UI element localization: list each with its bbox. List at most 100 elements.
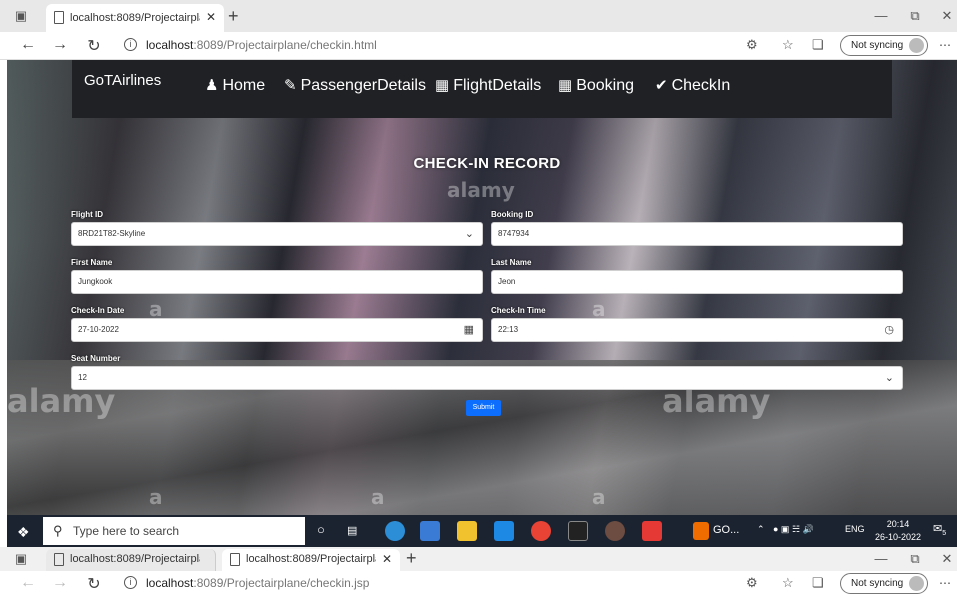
back-button[interactable]: ← (18, 36, 38, 54)
clock[interactable]: 20:14 26-10-2022 (875, 518, 921, 544)
sync-button[interactable]: Not syncing (840, 573, 928, 594)
tab-strip-2: ▣ localhost:8089/Projectairplane/c local… (0, 547, 957, 571)
taskbar-search-input[interactable]: ⚲ Type here to search (43, 517, 305, 545)
url-field[interactable]: localhost:8089/Projectairplane/checkin.j… (146, 576, 369, 590)
back-button[interactable]: ← (18, 574, 38, 592)
windows-start-icon[interactable]: ❖ (17, 524, 30, 541)
avatar (909, 576, 924, 591)
flight-id-label: Flight ID (71, 210, 103, 219)
checkin-date-field[interactable]: 27-10-2022 ▦ (71, 318, 483, 342)
favorites-icon[interactable]: ☆ (782, 575, 794, 591)
check-circle-icon: ✔ (655, 77, 668, 94)
nav-booking[interactable]: ▦ Booking (558, 76, 634, 95)
nav-flight-details[interactable]: ▦ FlightDetails (435, 76, 541, 95)
terminal-icon[interactable] (568, 521, 588, 541)
taskbar-app-label[interactable]: GO... (713, 524, 739, 536)
refresh-button[interactable]: ↻ (84, 36, 104, 56)
submit-button[interactable]: Submit (466, 400, 501, 416)
taskbar: ❖ ⚲ Type here to search ○ ▤ GO... ⌃ ● ▣ … (7, 515, 957, 547)
page-title: CHECK-IN RECORD (413, 155, 561, 172)
notification-icon[interactable]: ✉5 (933, 522, 949, 538)
tab-title: localhost:8089/Projectairplane/c (70, 12, 200, 24)
favorites-icon[interactable]: ☆ (782, 37, 794, 53)
forward-button[interactable]: → (50, 36, 70, 54)
booking-id-field[interactable]: 8747934 (491, 222, 903, 246)
page-icon (54, 11, 64, 24)
url-field[interactable]: localhost:8089/Projectairplane/checkin.h… (146, 38, 377, 52)
restore-icon[interactable]: ⧉ (906, 551, 924, 567)
watermark-letter: a (592, 485, 606, 509)
refresh-button[interactable]: ↻ (84, 574, 104, 594)
browser-tab-active[interactable]: localhost:8089/Projectairplane/c ✕ (222, 549, 400, 571)
browser-tab-inactive[interactable]: localhost:8089/Projectairplane/c (46, 549, 216, 571)
task-view-icon[interactable]: ▤ (347, 524, 357, 537)
tray-icons[interactable]: ● ▣ ☵ 🔊 (773, 524, 814, 535)
office-icon[interactable] (642, 521, 662, 541)
minimize-icon[interactable]: — (872, 551, 890, 567)
close-tab-icon[interactable]: ✕ (382, 552, 392, 566)
new-tab-button[interactable]: + (406, 548, 417, 569)
checkin-date-label: Check-In Date (71, 306, 125, 315)
last-name-field[interactable]: Jeon (491, 270, 903, 294)
nav-home[interactable]: ♟ Home (205, 76, 265, 95)
site-info-icon[interactable]: i (124, 38, 137, 51)
nav-checkin[interactable]: ✔ CheckIn (655, 76, 730, 95)
collections-icon[interactable]: ❏ (812, 575, 824, 591)
close-tab-icon[interactable]: ✕ (206, 10, 216, 24)
booking-id-label: Booking ID (491, 210, 534, 219)
forward-button[interactable]: → (50, 574, 70, 592)
edge-icon[interactable] (385, 521, 405, 541)
app-icon[interactable] (693, 522, 709, 540)
read-aloud-icon[interactable]: ⚙ (746, 37, 758, 53)
eclipse-icon[interactable] (605, 521, 625, 541)
watermark-letter: a (371, 485, 385, 509)
close-window-icon[interactable]: ✕ (938, 8, 956, 24)
chrome-icon[interactable] (531, 521, 551, 541)
first-name-field[interactable]: Jungkook (71, 270, 483, 294)
watermark-letter: a (149, 485, 163, 509)
seat-number-label: Seat Number (71, 354, 121, 363)
minimize-icon[interactable]: — (872, 8, 890, 24)
user-icon: ♟ (205, 77, 219, 94)
collections-icon[interactable]: ❏ (812, 37, 824, 53)
seat-number-select[interactable]: 12 ⌄ (71, 366, 903, 390)
site-navbar: GoTAirlines ♟ Home ✎ PassengerDetails ▦ Fli… (72, 60, 892, 118)
site-info-icon[interactable]: i (124, 576, 137, 589)
close-window-icon[interactable]: ✕ (938, 551, 956, 567)
chevron-down-icon: ⌄ (884, 372, 894, 384)
address-bar: ← → ↻ i localhost:8089/Projectairplane/c… (0, 32, 957, 60)
address-bar-2: ← → ↻ i localhost:8089/Projectairplane/c… (0, 571, 957, 597)
page-icon (54, 553, 64, 566)
restore-icon[interactable]: ⧉ (906, 8, 924, 24)
browser-tab[interactable]: localhost:8089/Projectairplane/c ✕ (46, 4, 224, 32)
store-icon[interactable] (420, 521, 440, 541)
edit-icon: ✎ (284, 77, 297, 94)
brand-logo[interactable]: GoTAirlines (84, 72, 161, 89)
search-icon: ⚲ (53, 523, 63, 538)
tab-actions-icon[interactable]: ▣ (12, 551, 30, 567)
more-menu-icon[interactable]: ⋯ (939, 38, 951, 52)
checkin-time-field[interactable]: 22:13 ◷ (491, 318, 903, 342)
chevron-down-icon: ⌄ (464, 228, 474, 240)
calendar-icon[interactable]: ▦ (464, 319, 474, 341)
cortana-icon[interactable]: ○ (317, 522, 325, 537)
new-tab-button[interactable]: + (228, 6, 239, 27)
outlook-icon[interactable] (494, 521, 514, 541)
nav-passenger-details[interactable]: ✎ PassengerDetails (284, 76, 426, 95)
flight-id-select[interactable]: 8RD21T82-Skyline ⌄ (71, 222, 483, 246)
calendar-icon: ▦ (435, 77, 450, 94)
calendar-icon: ▦ (558, 77, 573, 94)
clock-icon[interactable]: ◷ (884, 319, 894, 341)
avatar (909, 38, 924, 53)
read-aloud-icon[interactable]: ⚙ (746, 575, 758, 591)
language-indicator[interactable]: ENG (845, 524, 865, 534)
watermark: alamy (447, 178, 515, 202)
page-content: alamy alamy alamy a a a a a GoTAirlines … (7, 60, 957, 515)
more-menu-icon[interactable]: ⋯ (939, 576, 951, 590)
sync-button[interactable]: Not syncing (840, 35, 928, 56)
file-explorer-icon[interactable] (457, 521, 477, 541)
last-name-label: Last Name (491, 258, 532, 267)
tab-actions-icon[interactable]: ▣ (12, 8, 30, 24)
tray-chevron-icon[interactable]: ⌃ (757, 524, 765, 535)
tab-title: localhost:8089/Projectairplane/c (246, 553, 376, 565)
